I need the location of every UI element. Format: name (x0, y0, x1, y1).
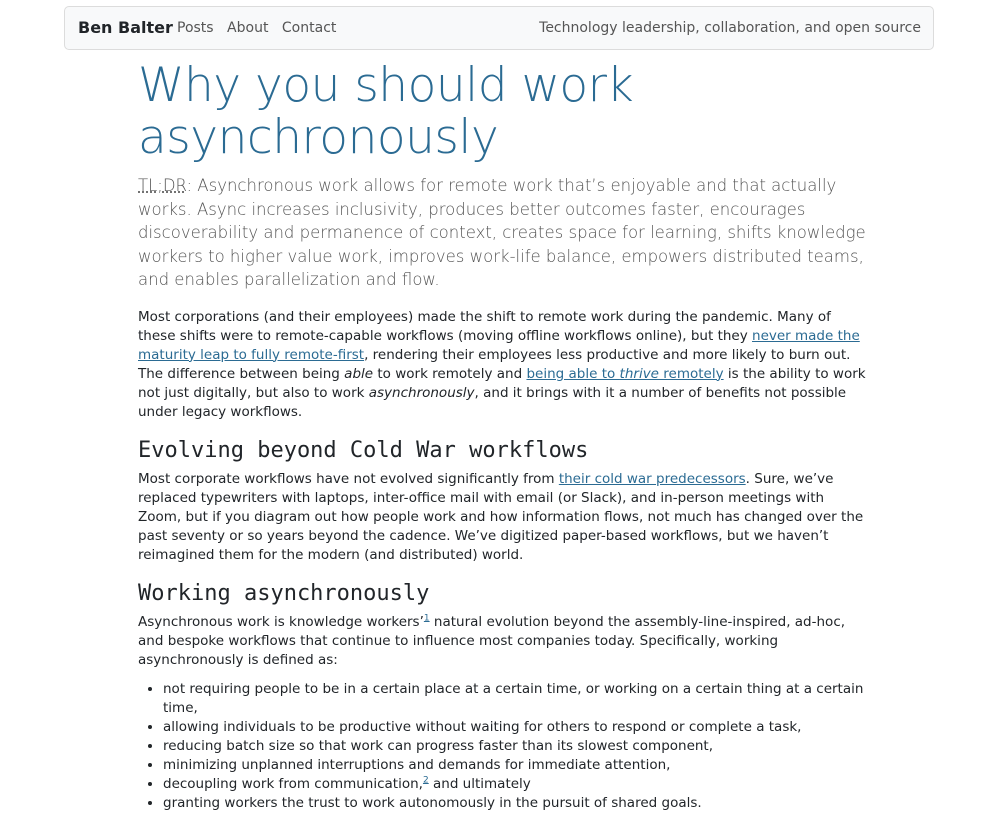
text: and ultimately (428, 775, 531, 792)
text: Most corporate workflows have not evolve… (138, 470, 559, 487)
nav-links: Posts About Contact (177, 20, 345, 36)
nav-link-posts[interactable]: Posts (177, 20, 214, 36)
list-item: not requiring people to be in a certain … (163, 680, 866, 718)
list-item: minimizing unplanned interruptions and d… (163, 756, 866, 775)
section-heading-cold-war: Evolving beyond Cold War workflows (138, 437, 589, 463)
cold-war-predecessors-link[interactable]: their cold war predecessors (559, 471, 746, 487)
lead-paragraph: TL;DR: Asynchronous work allows for remo… (138, 174, 866, 292)
list-item: decoupling work from communication,2 and… (163, 775, 866, 794)
list-item: granting workers the trust to work auton… (163, 794, 866, 813)
text: Most corporations (and their employees) … (138, 308, 831, 344)
list-item: allowing individuals to be productive wi… (163, 718, 866, 737)
top-navbar: Ben Balter Posts About Contact Technolog… (64, 6, 934, 50)
text: to work remotely and (373, 365, 527, 382)
link-text: being able to (526, 365, 620, 382)
section-heading-working-async: Working asynchronously (138, 580, 430, 606)
async-definition-paragraph: Asynchronous work is knowledge workers’1… (138, 613, 866, 670)
page-title: Why you should work asynchronously (138, 58, 634, 165)
site-tagline: Technology leadership, collaboration, an… (539, 20, 921, 36)
intro-paragraph: Most corporations (and their employees) … (138, 308, 866, 422)
nav-link-contact[interactable]: Contact (282, 20, 336, 36)
tldr-abbr: TL;DR (138, 176, 187, 195)
site-brand-link[interactable]: Ben Balter (78, 18, 173, 37)
link-text: remotely (659, 365, 724, 382)
emphasis: able (344, 365, 374, 382)
link-emphasis: thrive (619, 365, 659, 382)
async-definition-list: not requiring people to be in a certain … (138, 680, 866, 813)
lead-text: : Asynchronous work allows for remote wo… (138, 176, 866, 289)
nav-link-about[interactable]: About (227, 20, 268, 36)
thrive-remotely-link[interactable]: being able to thrive remotely (526, 366, 723, 382)
emphasis: asynchronously (368, 384, 475, 401)
article-content: Why you should work asynchronously TL;DR… (138, 60, 866, 813)
text: Asynchronous work is knowledge workers’ (138, 613, 424, 630)
cold-war-paragraph: Most corporate workflows have not evolve… (138, 470, 866, 565)
list-item: reducing batch size so that work can pro… (163, 737, 866, 756)
text: decoupling work from communication, (163, 775, 423, 792)
